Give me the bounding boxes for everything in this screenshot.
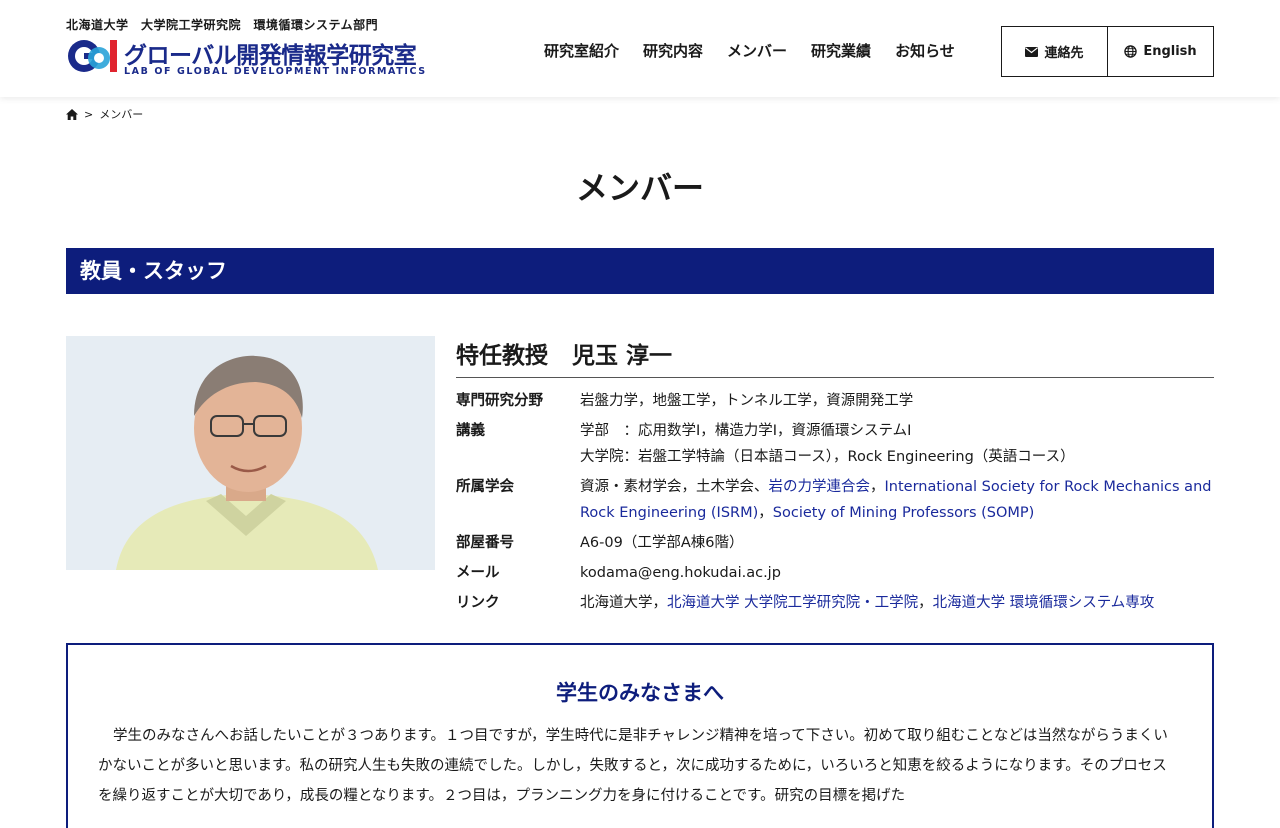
societies-sep-2: ， — [758, 505, 773, 521]
link-hokudai-engineering[interactable]: 北海道大学 大学院工学研究院・工学院 — [667, 595, 918, 611]
globe-icon — [1124, 45, 1138, 58]
breadcrumb-current: メンバー — [99, 108, 144, 121]
section-heading-staff: 教員・スタッフ — [66, 248, 1214, 294]
link-hokudai-env-course[interactable]: 北海道大学 環境循環システム専攻 — [933, 595, 1155, 611]
nav-achievements[interactable]: 研究業績 — [799, 40, 883, 61]
nav-lab-intro[interactable]: 研究室紹介 — [532, 40, 631, 61]
students-message-text: 学生のみなさんへお話したいことが３つあります。１つ目ですが，学生時代に是非チャレ… — [98, 728, 1168, 804]
lectures-graduate: 大学院：岩盤工学特論（日本語コース），Rock Engineering（英語コー… — [580, 449, 1075, 465]
main-nav: 研究室紹介 研究内容 メンバー 研究業績 お知らせ — [532, 40, 967, 61]
students-message-title: 学生のみなさまへ — [556, 681, 724, 705]
row-room: 部屋番号 A6-09（工学部A棟6階） — [456, 530, 1214, 556]
envelope-icon — [1025, 46, 1039, 57]
header-buttons: 連絡先 English — [1001, 26, 1214, 77]
contact-label: 連絡先 — [1044, 46, 1084, 61]
value-links: 北海道大学，北海道大学 大学院工学研究院・工学院，北海道大学 環境循環システム専… — [580, 590, 1214, 616]
nav-news[interactable]: お知らせ — [883, 40, 967, 61]
row-lectures: 講義 学部 ：応用数学I，構造力学I，資源循環システムI 大学院：岩盤工学特論（… — [456, 418, 1214, 470]
row-email: メール kodama@eng.hokudai.ac.jp — [456, 560, 1214, 586]
value-room: A6-09（工学部A棟6階） — [580, 535, 744, 551]
university-name: 北海道大学 大学院工学研究院 環境循環システム部門 — [66, 18, 379, 32]
site-logo[interactable]: 北海道大学 大学院工学研究院 環境循環システム部門 グローバル開発情報学研究室 … — [66, 16, 426, 80]
gdi-logo-mark-icon — [68, 40, 117, 72]
lectures-undergrad: 学部 ：応用数学I，構造力学I，資源循環システムI — [580, 423, 912, 439]
societies-text: 資源・素材学会，土木学会、 — [580, 479, 769, 495]
label-lectures: 講義 — [456, 423, 485, 439]
english-button[interactable]: English — [1107, 27, 1213, 76]
label-room: 部屋番号 — [456, 535, 514, 551]
value-societies: 資源・素材学会，土木学会、岩の力学連合会，International Socie… — [580, 474, 1214, 526]
profile-position: 特任教授 — [456, 343, 548, 369]
profile-info: 特任教授 児玉 淳一 専門研究分野 岩盤力学，地盤工学，トンネル工学，資源開発工… — [456, 336, 1214, 620]
profile-details: 専門研究分野 岩盤力学，地盤工学，トンネル工学，資源開発工学 講義 学部 ：応用… — [456, 388, 1214, 616]
english-label: English — [1143, 44, 1197, 59]
lab-subtitle: LAB OF GLOBAL DEVELOPMENT INFORMATICS — [124, 66, 427, 77]
label-societies: 所属学会 — [456, 479, 514, 495]
breadcrumb-separator: > — [84, 107, 94, 121]
nav-research[interactable]: 研究内容 — [631, 40, 715, 61]
students-message-box: 学生のみなさまへ 学生のみなさんへお話したいことが３つあります。１つ目ですが，学… — [66, 643, 1214, 828]
label-research-fields: 専門研究分野 — [456, 393, 543, 409]
profile-name: 児玉 淳一 — [572, 343, 673, 369]
label-links: リンク — [456, 595, 500, 611]
link-somp[interactable]: Society of Mining Professors (SOMP) — [773, 505, 1035, 521]
societies-sep-1: ， — [870, 479, 885, 495]
value-lectures: 学部 ：応用数学I，構造力学I，資源循環システムI 大学院：岩盤工学特論（日本語… — [580, 418, 1214, 470]
nav-members[interactable]: メンバー — [715, 40, 799, 61]
value-email: kodama@eng.hokudai.ac.jp — [580, 565, 781, 581]
lab-title: グローバル開発情報学研究室 — [124, 43, 417, 69]
links-sep-1: ， — [918, 595, 933, 611]
row-societies: 所属学会 資源・素材学会，土木学会、岩の力学連合会，International … — [456, 474, 1214, 526]
label-email: メール — [456, 565, 500, 581]
row-research-fields: 専門研究分野 岩盤力学，地盤工学，トンネル工学，資源開発工学 — [456, 388, 1214, 414]
link-jsrm[interactable]: 岩の力学連合会 — [769, 479, 871, 495]
links-text: 北海道大学， — [580, 595, 667, 611]
profile-heading: 特任教授 児玉 淳一 — [456, 336, 1214, 378]
value-research-fields: 岩盤力学，地盤工学，トンネル工学，資源開発工学 — [580, 393, 914, 409]
portrait-image — [66, 336, 435, 570]
page-title: メンバー — [575, 169, 704, 207]
breadcrumb: > メンバー — [66, 106, 143, 122]
contact-button[interactable]: 連絡先 — [1002, 27, 1107, 76]
row-links: リンク 北海道大学，北海道大学 大学院工学研究院・工学院，北海道大学 環境循環シ… — [456, 590, 1214, 616]
home-icon[interactable] — [66, 108, 78, 120]
profile-photo — [66, 336, 435, 570]
site-header: 北海道大学 大学院工学研究院 環境循環システム部門 グローバル開発情報学研究室 … — [0, 0, 1280, 97]
